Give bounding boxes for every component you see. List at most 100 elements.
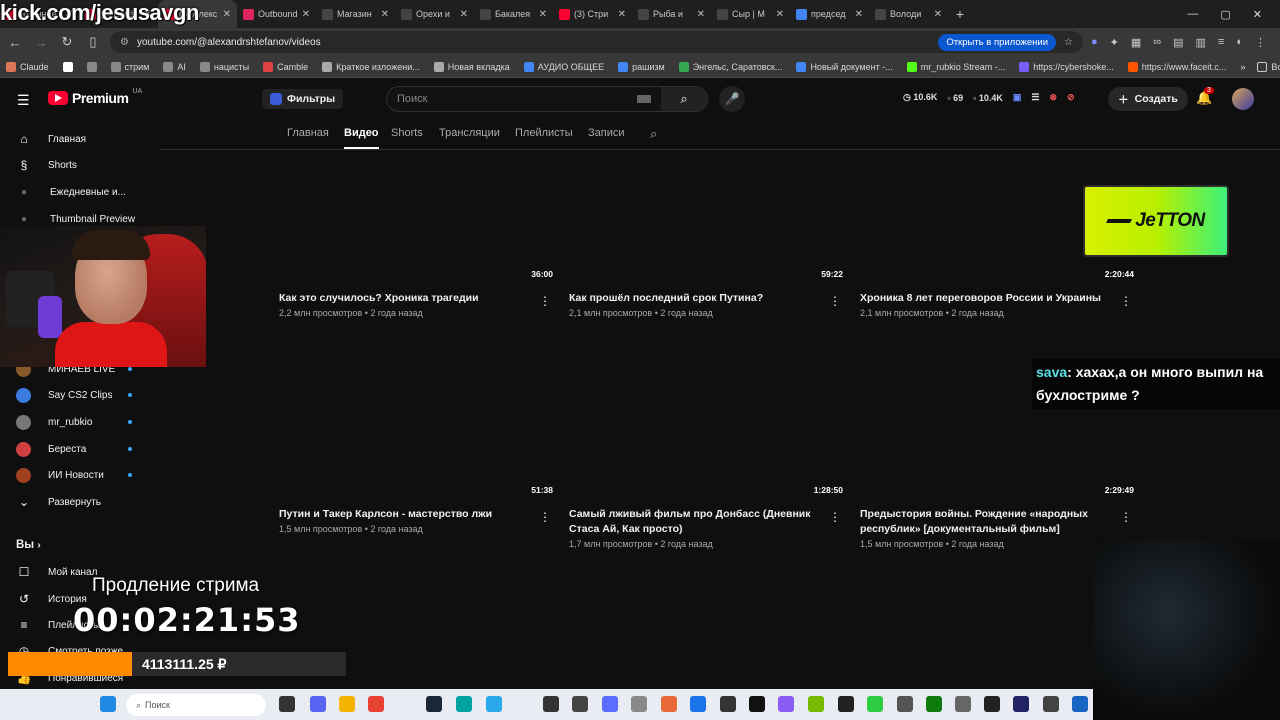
video-thumbnail[interactable]: 1:28:50 (569, 379, 851, 499)
account-avatar[interactable] (1232, 88, 1254, 110)
app-icon[interactable] (1043, 696, 1059, 712)
app-icon[interactable] (1072, 696, 1088, 712)
subscription-item[interactable]: Say CS2 Clips (0, 382, 156, 408)
channel-tab[interactable]: Shorts (391, 127, 423, 139)
more-options-icon[interactable]: ⋮ (829, 510, 841, 524)
back-icon[interactable]: ← (6, 35, 24, 50)
channel-search-icon[interactable]: ⌕ (650, 126, 657, 142)
video-thumbnail[interactable]: 59:22 (569, 163, 851, 283)
tab-close-icon[interactable]: ✕ (460, 9, 468, 20)
video-card[interactable]: 51:38 Путин и Такер Карлсон - мастерство … (279, 379, 561, 534)
tab-close-icon[interactable]: ✕ (618, 9, 626, 20)
bookmark-item[interactable]: https://www.faceit.c... (1127, 61, 1226, 72)
grid-icon[interactable]: ▦ (1131, 36, 1141, 49)
browser-tab[interactable]: Магазин ✕ (316, 0, 395, 28)
task-view-icon[interactable] (279, 696, 295, 712)
browser-tab[interactable]: Бакалея ✕ (474, 0, 553, 28)
app-icon[interactable] (456, 696, 472, 712)
download-icon[interactable]: ≡ (1218, 36, 1224, 49)
video-title[interactable]: Самый лживый фильм про Донбасс (Дневник … (569, 507, 819, 537)
subscription-item[interactable]: Береста (0, 436, 156, 462)
channel-tab[interactable]: Трансляции (439, 127, 500, 139)
maximize-icon[interactable]: ▢ (1220, 8, 1230, 21)
reload-icon[interactable]: ↻ (58, 34, 76, 50)
tab-close-icon[interactable]: ✕ (302, 9, 310, 20)
extension-a-icon[interactable]: ▣ (1013, 92, 1022, 103)
app-icon[interactable] (867, 696, 883, 712)
more-options-icon[interactable]: ⋮ (829, 294, 841, 308)
more-options-icon[interactable]: ⋮ (539, 294, 551, 308)
terminal-icon[interactable] (543, 696, 559, 712)
video-title[interactable]: Путин и Такер Карлсон - мастерство лжи (279, 507, 529, 522)
bookmark-item[interactable]: Новый документ -... (796, 61, 893, 72)
minimize-icon[interactable]: — (1187, 8, 1198, 21)
subscription-item[interactable]: mr_rubkio (0, 409, 156, 435)
extension-icon[interactable]: ● (1091, 36, 1098, 49)
bookmarks-more-icon[interactable]: » (1240, 62, 1245, 72)
channel-tab[interactable]: Записи (588, 127, 625, 139)
tab-close-icon[interactable]: ✕ (855, 9, 863, 20)
tab-close-icon[interactable]: ✕ (934, 9, 942, 20)
tab-search-icon[interactable]: ▤ (1173, 36, 1183, 49)
browser-tab[interactable]: Орехи и ✕ (395, 0, 474, 28)
puzzle-icon[interactable]: ✦ (1110, 36, 1119, 49)
video-title[interactable]: Как это случилось? Хроника трагедии (279, 291, 529, 306)
app-icon[interactable] (690, 696, 706, 712)
tab-close-icon[interactable]: ✕ (381, 9, 389, 20)
app-icon[interactable] (955, 696, 971, 712)
site-info-icon[interactable]: ⚙ (120, 37, 129, 48)
xbox-icon[interactable] (926, 696, 942, 712)
link-icon[interactable]: ∞ (1153, 36, 1161, 49)
browser-tab[interactable]: Рыба и ✕ (632, 0, 711, 28)
video-card[interactable]: 59:22 Как прошёл последний срок Путина? 2,… (569, 163, 851, 318)
open-in-app-button[interactable]: Открыть в приложении (938, 33, 1057, 51)
bookmark-item[interactable]: mr_rubkio Stream -... (906, 61, 1005, 72)
extension-c-icon[interactable]: ⊘ (1067, 92, 1075, 103)
youtube-premium-logo[interactable]: Premium UA (48, 88, 142, 106)
video-title[interactable]: Хроника 8 лет переговоров России и Украи… (860, 291, 1110, 306)
url-field[interactable]: ⚙ youtube.com/@alexandrshtefanov/videos … (110, 31, 1083, 53)
bookmark-item[interactable] (62, 61, 73, 72)
channel-tab[interactable]: Видео (344, 127, 379, 149)
more-options-icon[interactable]: ⋮ (539, 510, 551, 524)
channel-tab[interactable]: Плейлисты (515, 127, 573, 139)
voice-search-icon[interactable]: 🎤 (719, 86, 745, 112)
browser-tab[interactable]: Сыр | М ✕ (711, 0, 790, 28)
sidebar-item[interactable]: ⌂ Главная (0, 126, 156, 152)
app-icon[interactable] (661, 696, 677, 712)
steam-icon[interactable] (426, 696, 442, 712)
filters-button[interactable]: Фильтры (262, 89, 344, 109)
hamburger-menu-icon[interactable]: ☰ (17, 92, 30, 109)
bookmark-item[interactable]: https://cybershoke... (1019, 61, 1114, 72)
menu-icon[interactable]: ⋮ (1255, 36, 1266, 49)
new-tab-icon[interactable]: + (948, 6, 972, 22)
sidepanel-icon[interactable]: ▯ (84, 34, 102, 50)
sidebar-item[interactable]: § Shorts (0, 152, 156, 178)
bookmark-item[interactable]: нацисты (199, 61, 249, 72)
you-section-title[interactable]: Вы › (16, 539, 41, 551)
keyboard-icon[interactable] (637, 95, 651, 103)
video-thumbnail[interactable]: 36:00 (279, 163, 561, 283)
discord-icon[interactable] (310, 696, 326, 712)
obs-icon[interactable] (838, 696, 854, 712)
app-icon[interactable] (572, 696, 588, 712)
all-bookmarks-button[interactable]: Все закладки (1257, 61, 1280, 72)
tab-close-icon[interactable]: ✕ (776, 9, 784, 20)
app-icon[interactable] (631, 696, 647, 712)
app-icon[interactable] (602, 696, 618, 712)
browser-tab[interactable]: председ ✕ (790, 0, 869, 28)
list-icon[interactable]: ☰ (1031, 92, 1039, 103)
bookmark-item[interactable]: AI (163, 61, 186, 72)
browser-tab[interactable]: (3) Стри ✕ (553, 0, 632, 28)
profile-icon[interactable]: ◐ (1236, 36, 1243, 49)
bookmark-item[interactable]: Claude (6, 61, 49, 72)
app-icon[interactable] (984, 696, 1000, 712)
app-icon[interactable] (897, 696, 913, 712)
nvidia-icon[interactable] (808, 696, 824, 712)
taskbar-search[interactable]: ⌕ Поиск (126, 694, 266, 716)
browser-tab[interactable]: Володи ✕ (869, 0, 948, 28)
video-title[interactable]: Предыстория войны. Рождение «народных ре… (860, 507, 1110, 537)
channel-tab[interactable]: Главная (287, 127, 329, 139)
reading-list-icon[interactable]: ▥ (1196, 36, 1206, 49)
bookmark-item[interactable]: АУДИО ОБЩЕЕ (523, 61, 604, 72)
